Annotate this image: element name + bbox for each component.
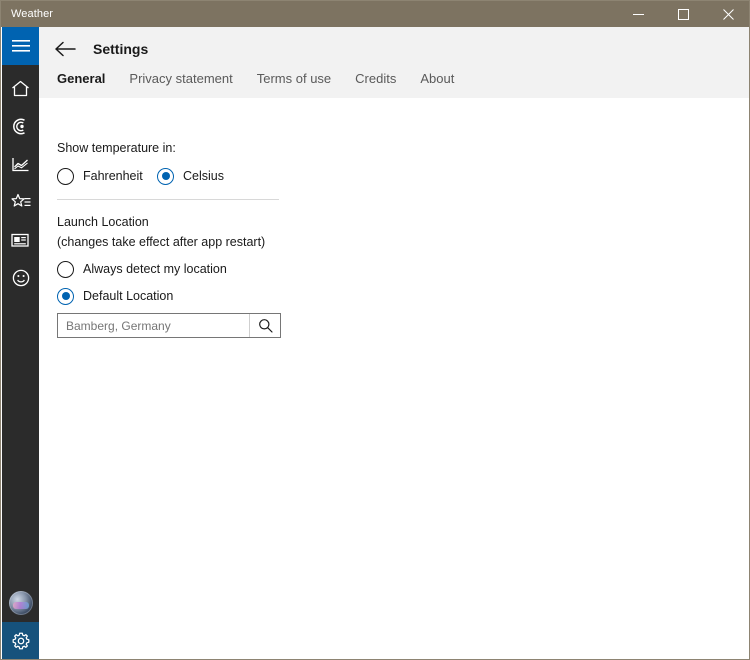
search-button[interactable] xyxy=(249,314,280,337)
tab-about[interactable]: About xyxy=(420,71,454,86)
default-location-input[interactable]: Bamberg, Germany xyxy=(58,319,249,333)
sidebar-item-historical-weather[interactable] xyxy=(2,145,39,183)
radio-fahrenheit-label: Fahrenheit xyxy=(83,169,143,183)
tab-credits[interactable]: Credits xyxy=(355,71,396,86)
back-button[interactable] xyxy=(49,33,81,65)
maximize-icon xyxy=(678,8,689,20)
back-arrow-icon xyxy=(55,41,76,57)
rail-bottom-group xyxy=(2,584,39,659)
smiley-icon xyxy=(12,269,29,287)
maximize-button[interactable] xyxy=(661,1,706,27)
chart-icon xyxy=(12,157,29,171)
gear-icon xyxy=(12,632,29,650)
radar-icon xyxy=(13,118,25,134)
hamburger-icon xyxy=(11,40,30,52)
page-head: Settings xyxy=(49,33,148,65)
settings-body: Show temperature in: Fahrenheit Celsius … xyxy=(39,98,749,659)
sidebar-item-settings[interactable] xyxy=(2,622,39,659)
radio-always-detect-indicator xyxy=(57,260,74,278)
navigation-rail xyxy=(2,27,39,659)
home-icon xyxy=(12,80,29,96)
radio-default-location[interactable]: Default Location xyxy=(57,286,173,306)
weather-app-window: Weather Settings General Privacy stateme… xyxy=(0,0,750,660)
window-title: Weather xyxy=(11,8,54,20)
radio-celsius[interactable]: Celsius xyxy=(157,166,224,186)
radio-fahrenheit-indicator xyxy=(57,167,74,185)
news-icon xyxy=(10,233,29,247)
section-divider xyxy=(57,199,279,200)
tab-terms-of-use[interactable]: Terms of use xyxy=(257,71,331,86)
content-area: Settings General Privacy statement Terms… xyxy=(39,27,749,659)
radio-default-location-indicator xyxy=(57,287,74,305)
launch-location-heading: Launch Location xyxy=(57,215,149,229)
sidebar-item-forecast[interactable] xyxy=(2,69,39,107)
sidebar-item-places[interactable] xyxy=(2,183,39,221)
sidebar-item-news[interactable] xyxy=(2,221,39,259)
settings-tabs: General Privacy statement Terms of use C… xyxy=(57,71,478,86)
tab-privacy-statement[interactable]: Privacy statement xyxy=(129,71,232,86)
radio-fahrenheit[interactable]: Fahrenheit xyxy=(57,166,143,186)
sidebar-item-maps[interactable] xyxy=(2,107,39,145)
search-icon xyxy=(258,319,273,333)
close-icon xyxy=(723,8,734,20)
radio-always-detect-location[interactable]: Always detect my location xyxy=(57,259,227,279)
tab-general[interactable]: General xyxy=(57,71,105,86)
account-button[interactable] xyxy=(2,584,39,622)
page-title: Settings xyxy=(93,41,149,57)
radio-always-detect-label: Always detect my location xyxy=(83,262,227,276)
favorites-star-icon xyxy=(10,193,30,207)
title-bar: Weather xyxy=(1,1,749,27)
default-location-search-box[interactable]: Bamberg, Germany xyxy=(57,313,281,338)
radio-celsius-label: Celsius xyxy=(183,169,224,183)
sidebar-item-feedback[interactable] xyxy=(2,259,39,297)
temperature-section-heading: Show temperature in: xyxy=(57,141,176,155)
radio-default-location-label: Default Location xyxy=(83,289,174,303)
radio-celsius-indicator xyxy=(157,167,174,185)
hamburger-menu-button[interactable] xyxy=(2,27,39,65)
close-button[interactable] xyxy=(706,1,749,27)
minimize-button[interactable] xyxy=(616,1,661,27)
minimize-icon xyxy=(633,13,644,15)
launch-location-note: (changes take effect after app restart) xyxy=(57,235,266,249)
avatar xyxy=(8,591,33,615)
